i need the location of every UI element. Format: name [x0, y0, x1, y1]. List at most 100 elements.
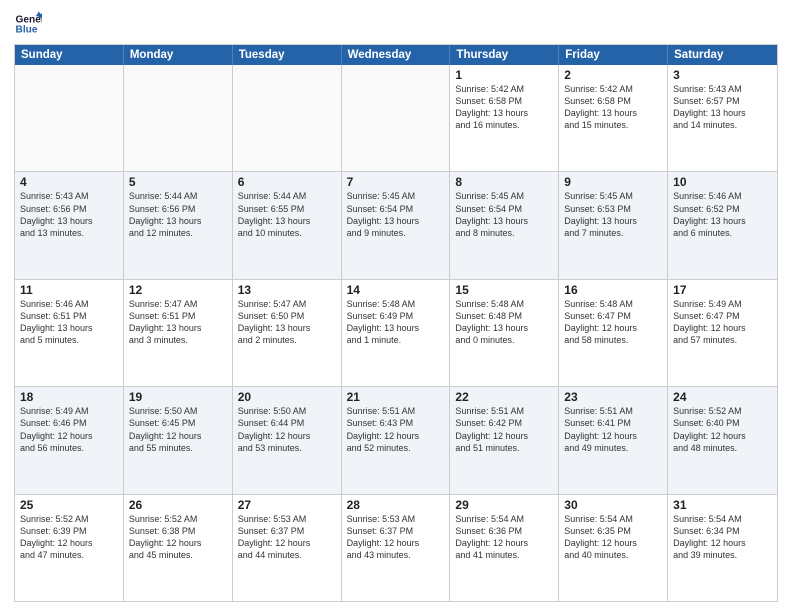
cal-cell [15, 65, 124, 171]
cal-header-thursday: Thursday [450, 45, 559, 65]
day-details: Sunrise: 5:45 AM Sunset: 6:54 PM Dayligh… [455, 190, 553, 239]
cal-header-wednesday: Wednesday [342, 45, 451, 65]
day-details: Sunrise: 5:49 AM Sunset: 6:47 PM Dayligh… [673, 298, 772, 347]
day-details: Sunrise: 5:47 AM Sunset: 6:51 PM Dayligh… [129, 298, 227, 347]
day-details: Sunrise: 5:42 AM Sunset: 6:58 PM Dayligh… [564, 83, 662, 132]
cal-cell: 17Sunrise: 5:49 AM Sunset: 6:47 PM Dayli… [668, 280, 777, 386]
cal-header-friday: Friday [559, 45, 668, 65]
cal-cell: 27Sunrise: 5:53 AM Sunset: 6:37 PM Dayli… [233, 495, 342, 601]
cal-cell [233, 65, 342, 171]
cal-week-3: 11Sunrise: 5:46 AM Sunset: 6:51 PM Dayli… [15, 280, 777, 387]
cal-cell: 8Sunrise: 5:45 AM Sunset: 6:54 PM Daylig… [450, 172, 559, 278]
day-number: 16 [564, 283, 662, 297]
day-number: 7 [347, 175, 445, 189]
day-details: Sunrise: 5:44 AM Sunset: 6:55 PM Dayligh… [238, 190, 336, 239]
day-number: 31 [673, 498, 772, 512]
day-details: Sunrise: 5:53 AM Sunset: 6:37 PM Dayligh… [347, 513, 445, 562]
day-number: 26 [129, 498, 227, 512]
cal-header-sunday: Sunday [15, 45, 124, 65]
day-number: 25 [20, 498, 118, 512]
day-number: 29 [455, 498, 553, 512]
day-number: 3 [673, 68, 772, 82]
day-number: 13 [238, 283, 336, 297]
day-details: Sunrise: 5:51 AM Sunset: 6:42 PM Dayligh… [455, 405, 553, 454]
day-number: 23 [564, 390, 662, 404]
day-details: Sunrise: 5:45 AM Sunset: 6:54 PM Dayligh… [347, 190, 445, 239]
day-number: 5 [129, 175, 227, 189]
cal-cell [124, 65, 233, 171]
day-details: Sunrise: 5:42 AM Sunset: 6:58 PM Dayligh… [455, 83, 553, 132]
day-details: Sunrise: 5:46 AM Sunset: 6:52 PM Dayligh… [673, 190, 772, 239]
day-number: 27 [238, 498, 336, 512]
day-details: Sunrise: 5:53 AM Sunset: 6:37 PM Dayligh… [238, 513, 336, 562]
calendar-body: 1Sunrise: 5:42 AM Sunset: 6:58 PM Daylig… [15, 65, 777, 601]
cal-cell: 11Sunrise: 5:46 AM Sunset: 6:51 PM Dayli… [15, 280, 124, 386]
cal-cell: 14Sunrise: 5:48 AM Sunset: 6:49 PM Dayli… [342, 280, 451, 386]
day-number: 2 [564, 68, 662, 82]
day-details: Sunrise: 5:50 AM Sunset: 6:44 PM Dayligh… [238, 405, 336, 454]
day-number: 19 [129, 390, 227, 404]
cal-week-5: 25Sunrise: 5:52 AM Sunset: 6:39 PM Dayli… [15, 495, 777, 601]
day-details: Sunrise: 5:43 AM Sunset: 6:57 PM Dayligh… [673, 83, 772, 132]
calendar: SundayMondayTuesdayWednesdayThursdayFrid… [14, 44, 778, 602]
day-number: 17 [673, 283, 772, 297]
cal-header-saturday: Saturday [668, 45, 777, 65]
day-number: 14 [347, 283, 445, 297]
cal-cell: 5Sunrise: 5:44 AM Sunset: 6:56 PM Daylig… [124, 172, 233, 278]
day-details: Sunrise: 5:48 AM Sunset: 6:48 PM Dayligh… [455, 298, 553, 347]
cal-cell: 22Sunrise: 5:51 AM Sunset: 6:42 PM Dayli… [450, 387, 559, 493]
day-number: 24 [673, 390, 772, 404]
day-details: Sunrise: 5:47 AM Sunset: 6:50 PM Dayligh… [238, 298, 336, 347]
day-number: 4 [20, 175, 118, 189]
cal-cell: 1Sunrise: 5:42 AM Sunset: 6:58 PM Daylig… [450, 65, 559, 171]
day-details: Sunrise: 5:45 AM Sunset: 6:53 PM Dayligh… [564, 190, 662, 239]
day-number: 6 [238, 175, 336, 189]
cal-week-4: 18Sunrise: 5:49 AM Sunset: 6:46 PM Dayli… [15, 387, 777, 494]
day-details: Sunrise: 5:43 AM Sunset: 6:56 PM Dayligh… [20, 190, 118, 239]
day-number: 18 [20, 390, 118, 404]
cal-cell: 21Sunrise: 5:51 AM Sunset: 6:43 PM Dayli… [342, 387, 451, 493]
cal-cell: 6Sunrise: 5:44 AM Sunset: 6:55 PM Daylig… [233, 172, 342, 278]
day-number: 21 [347, 390, 445, 404]
cal-cell: 29Sunrise: 5:54 AM Sunset: 6:36 PM Dayli… [450, 495, 559, 601]
cal-cell: 23Sunrise: 5:51 AM Sunset: 6:41 PM Dayli… [559, 387, 668, 493]
cal-cell: 12Sunrise: 5:47 AM Sunset: 6:51 PM Dayli… [124, 280, 233, 386]
day-details: Sunrise: 5:48 AM Sunset: 6:47 PM Dayligh… [564, 298, 662, 347]
cal-cell: 31Sunrise: 5:54 AM Sunset: 6:34 PM Dayli… [668, 495, 777, 601]
cal-week-1: 1Sunrise: 5:42 AM Sunset: 6:58 PM Daylig… [15, 65, 777, 172]
cal-cell: 26Sunrise: 5:52 AM Sunset: 6:38 PM Dayli… [124, 495, 233, 601]
cal-cell: 9Sunrise: 5:45 AM Sunset: 6:53 PM Daylig… [559, 172, 668, 278]
day-details: Sunrise: 5:50 AM Sunset: 6:45 PM Dayligh… [129, 405, 227, 454]
cal-header-monday: Monday [124, 45, 233, 65]
day-number: 15 [455, 283, 553, 297]
day-number: 9 [564, 175, 662, 189]
cal-week-2: 4Sunrise: 5:43 AM Sunset: 6:56 PM Daylig… [15, 172, 777, 279]
logo-icon: General Blue [14, 10, 42, 38]
cal-cell [342, 65, 451, 171]
svg-text:Blue: Blue [16, 25, 38, 36]
calendar-header: SundayMondayTuesdayWednesdayThursdayFrid… [15, 45, 777, 65]
day-number: 10 [673, 175, 772, 189]
cal-cell: 24Sunrise: 5:52 AM Sunset: 6:40 PM Dayli… [668, 387, 777, 493]
day-number: 28 [347, 498, 445, 512]
header: General Blue [14, 10, 778, 38]
day-details: Sunrise: 5:54 AM Sunset: 6:34 PM Dayligh… [673, 513, 772, 562]
day-details: Sunrise: 5:49 AM Sunset: 6:46 PM Dayligh… [20, 405, 118, 454]
day-number: 1 [455, 68, 553, 82]
day-number: 20 [238, 390, 336, 404]
cal-cell: 28Sunrise: 5:53 AM Sunset: 6:37 PM Dayli… [342, 495, 451, 601]
cal-cell: 13Sunrise: 5:47 AM Sunset: 6:50 PM Dayli… [233, 280, 342, 386]
logo: General Blue [14, 10, 42, 38]
cal-cell: 7Sunrise: 5:45 AM Sunset: 6:54 PM Daylig… [342, 172, 451, 278]
cal-cell: 20Sunrise: 5:50 AM Sunset: 6:44 PM Dayli… [233, 387, 342, 493]
day-details: Sunrise: 5:52 AM Sunset: 6:40 PM Dayligh… [673, 405, 772, 454]
day-details: Sunrise: 5:48 AM Sunset: 6:49 PM Dayligh… [347, 298, 445, 347]
cal-cell: 4Sunrise: 5:43 AM Sunset: 6:56 PM Daylig… [15, 172, 124, 278]
cal-cell: 18Sunrise: 5:49 AM Sunset: 6:46 PM Dayli… [15, 387, 124, 493]
day-number: 22 [455, 390, 553, 404]
day-details: Sunrise: 5:52 AM Sunset: 6:38 PM Dayligh… [129, 513, 227, 562]
cal-cell: 19Sunrise: 5:50 AM Sunset: 6:45 PM Dayli… [124, 387, 233, 493]
day-details: Sunrise: 5:54 AM Sunset: 6:35 PM Dayligh… [564, 513, 662, 562]
day-number: 11 [20, 283, 118, 297]
cal-cell: 2Sunrise: 5:42 AM Sunset: 6:58 PM Daylig… [559, 65, 668, 171]
